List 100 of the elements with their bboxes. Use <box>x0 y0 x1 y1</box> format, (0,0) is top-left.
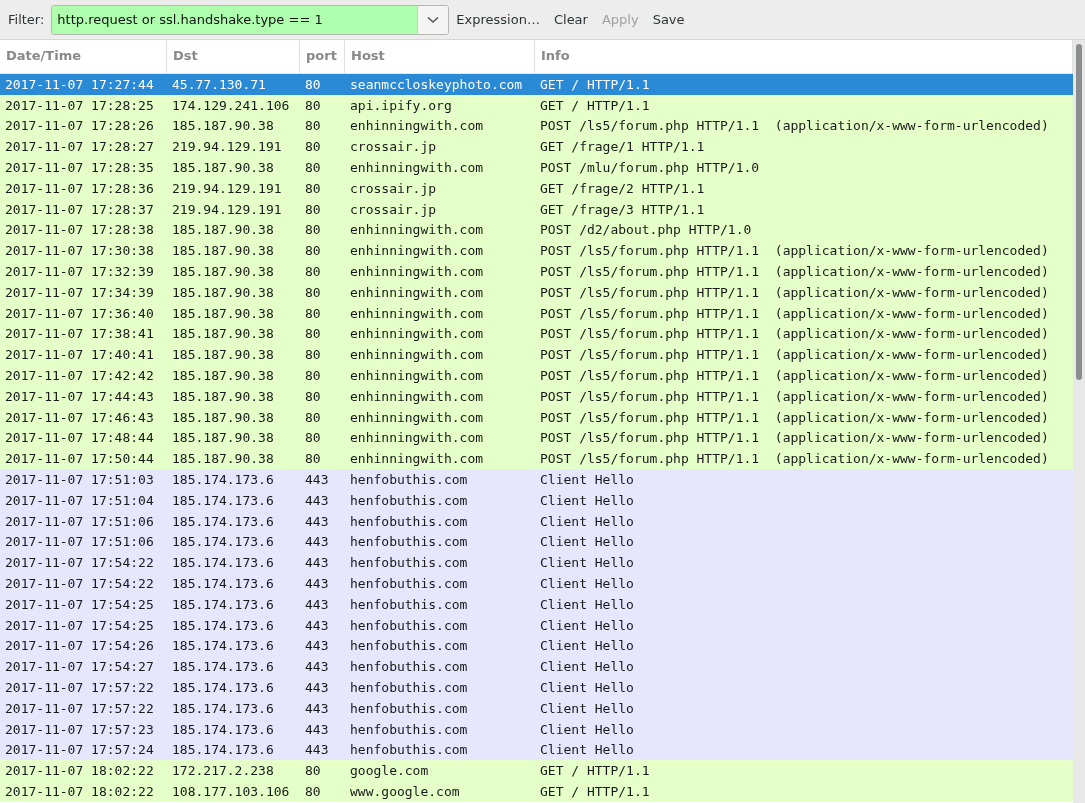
table-cell-text: 2017-11-07 17:57:24 <box>4 742 155 758</box>
packet-row[interactable]: 2017-11-07 17:54:22 185.174.173.6 443 henfobuthis.com Client Hello <box>0 552 1073 574</box>
packet-row[interactable]: 2017-11-07 17:54:26 185.174.173.6 443 henfobuthis.com Client Hello <box>0 635 1073 657</box>
packet-row[interactable]: 2017-11-07 18:02:22 172.217.2.238 80 google.com GET / HTTP/1.1 <box>0 760 1073 782</box>
table-cell-text: 80 <box>304 347 322 363</box>
table-cell-text: 185.187.90.38 <box>171 388 275 404</box>
table-cell-text: enhinningwith.com <box>349 264 485 280</box>
table-cell-text: POST /ls5/forum.php HTTP/1.1 (application/x-www-form-urlencoded) <box>539 305 1050 321</box>
table-cell-text: 172.217.2.238 <box>171 763 275 779</box>
packet-row[interactable]: 2017-11-07 17:54:22 185.174.173.6 443 henfobuthis.com Client Hello <box>0 573 1073 594</box>
table-cell-text: 185.174.173.6 <box>171 659 275 675</box>
packet-row[interactable]: 2017-11-07 17:40:41 185.187.90.38 80 enhinningwith.com POST /ls5/forum.php HTTP/1.1 (application/x-www-form-urlencoded) <box>0 344 1073 366</box>
toolbar-button[interactable]: Expression… <box>449 12 547 27</box>
table-cell-text: 2017-11-07 17:38:41 <box>4 326 155 342</box>
toolbar-button[interactable]: Clear <box>546 12 595 27</box>
table-cell-text: 2017-11-07 17:51:04 <box>4 492 155 508</box>
packet-row[interactable]: 2017-11-07 17:57:22 185.174.173.6 443 henfobuthis.com Client Hello <box>0 677 1073 698</box>
table-cell-text: enhinningwith.com <box>349 430 485 446</box>
packet-row[interactable]: 2017-11-07 17:38:41 185.187.90.38 80 enhinningwith.com POST /ls5/forum.php HTTP/1.1 (application/x-www-form-urlencoded) <box>0 323 1073 345</box>
packet-row[interactable]: 2017-11-07 17:48:44 185.187.90.38 80 enhinningwith.com POST /ls5/forum.php HTTP/1.1 (application/x-www-form-urlencoded) <box>0 427 1073 449</box>
packet-row[interactable]: 2017-11-07 17:36:40 185.187.90.38 80 enhinningwith.com POST /ls5/forum.php HTTP/1.1 (application/x-www-form-urlencoded) <box>0 302 1073 324</box>
table-cell-text: 185.174.173.6 <box>171 638 275 654</box>
packet-row[interactable]: 2017-11-07 17:28:35 185.187.90.38 80 enhinningwith.com POST /mlu/forum.php HTTP/1.0 <box>0 157 1073 178</box>
packet-row[interactable]: 2017-11-07 17:57:22 185.174.173.6 443 henfobuthis.com Client Hello <box>0 697 1073 719</box>
table-cell-text: henfobuthis.com <box>349 638 469 654</box>
table-cell-text: enhinningwith.com <box>349 451 485 467</box>
packet-row[interactable]: 2017-11-07 17:57:23 185.174.173.6 443 henfobuthis.com Client Hello <box>0 718 1073 740</box>
packet-row[interactable]: 2017-11-07 17:28:38 185.187.90.38 80 enhinningwith.com POST /d2/about.php HTTP/1.0 <box>0 219 1073 241</box>
table-cell-text: 2017-11-07 17:51:06 <box>4 513 155 529</box>
table-cell-text: Client Hello <box>539 472 635 488</box>
table-cell-text: 80 <box>304 368 322 384</box>
table-cell-text: POST /ls5/forum.php HTTP/1.1 (application/x-www-form-urlencoded) <box>539 409 1050 425</box>
packet-row[interactable]: 2017-11-07 17:54:25 185.174.173.6 443 henfobuthis.com Client Hello <box>0 593 1073 615</box>
packet-row[interactable]: 2017-11-07 17:51:06 185.174.173.6 443 henfobuthis.com Client Hello <box>0 510 1073 532</box>
packet-row[interactable]: 2017-11-07 17:57:24 185.174.173.6 443 henfobuthis.com Client Hello <box>0 739 1073 761</box>
table-cell-text: 2017-11-07 17:28:27 <box>4 139 155 155</box>
packet-row[interactable]: 2017-11-07 17:44:43 185.187.90.38 80 enhinningwith.com POST /ls5/forum.php HTTP/1.1 (application/x-www-form-urlencoded) <box>0 385 1073 407</box>
table-cell-text: crossair.jp <box>349 180 438 196</box>
table-cell-text: 185.187.90.38 <box>171 430 275 446</box>
packet-row[interactable]: 2017-11-07 17:46:43 185.187.90.38 80 enhinningwith.com POST /ls5/forum.php HTTP/1.1 (application/x-www-form-urlencoded) <box>0 406 1073 428</box>
scrollbar-thumb[interactable] <box>1076 44 1082 380</box>
packet-row[interactable]: 2017-11-07 17:27:44 45.77.130.71 80 seanmccloskeyphoto.com GET / HTTP/1.1 <box>0 74 1073 95</box>
packet-row[interactable]: 2017-11-07 17:28:27 219.94.129.191 80 crossair.jp GET /frage/1 HTTP/1.1 <box>0 136 1073 158</box>
table-cell-text: POST /ls5/forum.php HTTP/1.1 (application/x-www-form-urlencoded) <box>539 243 1050 259</box>
table-cell-text: POST /ls5/forum.php HTTP/1.1 (application/x-www-form-urlencoded) <box>539 284 1050 300</box>
table-cell-text: 2017-11-07 17:57:22 <box>4 680 155 695</box>
packet-row[interactable]: 2017-11-07 17:50:44 185.187.90.38 80 enhinningwith.com POST /ls5/forum.php HTTP/1.1 (application/x-www-form-urlencoded) <box>0 448 1073 470</box>
packet-row[interactable]: 2017-11-07 17:28:36 219.94.129.191 80 crossair.jp GET /frage/2 HTTP/1.1 <box>0 178 1073 199</box>
table-cell-text: GET /frage/2 HTTP/1.1 <box>539 180 706 196</box>
packet-row[interactable]: 2017-11-07 17:28:37 219.94.129.191 80 crossair.jp GET /frage/3 HTTP/1.1 <box>0 198 1073 220</box>
table-cell-text: henfobuthis.com <box>349 700 469 716</box>
table-cell-text: POST /ls5/forum.php HTTP/1.1 (application/x-www-form-urlencoded) <box>539 118 1050 134</box>
packet-row[interactable]: 2017-11-07 17:34:39 185.187.90.38 80 enhinningwith.com POST /ls5/forum.php HTTP/1.1 (application/x-www-form-urlencoded) <box>0 281 1073 303</box>
table-cell-text: 185.187.90.38 <box>171 326 275 342</box>
table-cell-text: 2017-11-07 17:28:38 <box>4 222 155 238</box>
table-cell-text: 108.177.103.106 <box>171 784 291 799</box>
packet-row[interactable]: 2017-11-07 17:51:06 185.174.173.6 443 henfobuthis.com Client Hello <box>0 531 1073 553</box>
packet-row[interactable]: 2017-11-07 17:32:39 185.187.90.38 80 enhinningwith.com POST /ls5/forum.php HTTP/1.1 (application/x-www-form-urlencoded) <box>0 261 1073 282</box>
table-cell-text: POST /ls5/forum.php HTTP/1.1 (application/x-www-form-urlencoded) <box>539 326 1050 342</box>
table-cell-text: 80 <box>304 243 322 259</box>
table-cell-text: 185.187.90.38 <box>171 264 275 280</box>
packet-row[interactable]: 2017-11-07 17:30:38 185.187.90.38 80 enhinningwith.com POST /ls5/forum.php HTTP/1.1 (application/x-www-form-urlencoded) <box>0 240 1073 262</box>
packet-row[interactable]: 2017-11-07 17:54:27 185.174.173.6 443 henfobuthis.com Client Hello <box>0 656 1073 678</box>
toolbar-button[interactable]: Save <box>645 12 692 27</box>
packet-row[interactable]: 2017-11-07 17:28:26 185.187.90.38 80 enhinningwith.com POST /ls5/forum.php HTTP/1.1 (application/x-www-form-urlencoded) <box>0 115 1073 137</box>
table-cell-text: henfobuthis.com <box>349 721 469 737</box>
table-cell-text: google.com <box>349 763 430 779</box>
packet-row[interactable]: 2017-11-07 17:51:04 185.174.173.6 443 henfobuthis.com Client Hello <box>0 489 1073 511</box>
table-cell-text: 80 <box>304 76 322 92</box>
table-cell-text: enhinningwith.com <box>349 347 485 363</box>
table-cell-text: 45.77.130.71 <box>171 76 267 92</box>
table-cell-text: 2017-11-07 17:44:43 <box>4 388 155 404</box>
table-cell-text: Client Hello <box>539 492 635 508</box>
table-cell-text: 443 <box>304 513 330 529</box>
table-cell-text: 80 <box>304 451 322 467</box>
filter-field[interactable]: http.request or ssl.handshake.type == 1 <box>51 4 450 35</box>
chevron-down-icon <box>427 15 440 24</box>
table-cell-text: enhinningwith.com <box>349 368 485 384</box>
packet-row[interactable]: 2017-11-07 17:51:03 185.174.173.6 443 henfobuthis.com Client Hello <box>0 469 1073 490</box>
table-cell-text: 80 <box>304 388 322 404</box>
table-cell-text: POST /ls5/forum.php HTTP/1.1 (application/x-www-form-urlencoded) <box>539 451 1050 467</box>
table-cell-text: enhinningwith.com <box>349 409 485 425</box>
table-cell-text: api.ipify.org <box>349 97 453 113</box>
table-cell-text: 443 <box>304 555 330 571</box>
packet-row[interactable]: 2017-11-07 17:42:42 185.187.90.38 80 enhinningwith.com POST /ls5/forum.php HTTP/1.1 (application/x-www-form-urlencoded) <box>0 365 1073 386</box>
table-cell-text: enhinningwith.com <box>349 118 485 134</box>
packet-row[interactable]: 2017-11-07 18:02:22 108.177.103.106 80 www.google.com GET / HTTP/1.1 <box>0 781 1073 802</box>
scrollbar[interactable] <box>1073 40 1085 803</box>
table-cell-text: 2017-11-07 17:28:37 <box>4 201 155 217</box>
dropdown-button[interactable] <box>417 5 449 34</box>
table-cell-text: GET / HTTP/1.1 <box>539 784 651 799</box>
table-cell-text: GET / HTTP/1.1 <box>539 76 651 92</box>
table-cell-text: 185.187.90.38 <box>171 347 275 363</box>
table-cell-text: henfobuthis.com <box>349 492 469 508</box>
packet-row[interactable]: 2017-11-07 17:28:25 174.129.241.106 80 api.ipify.org GET / HTTP/1.1 <box>0 94 1073 116</box>
table-cell-text: 80 <box>304 284 322 300</box>
filter-label: Filter: <box>8 12 45 27</box>
table-cell-text: 2017-11-07 18:02:22 <box>4 763 155 779</box>
table-cell-text: POST /mlu/forum.php HTTP/1.0 <box>539 160 761 176</box>
packet-row[interactable]: 2017-11-07 17:54:25 185.174.173.6 443 henfobuthis.com Client Hello <box>0 614 1073 636</box>
